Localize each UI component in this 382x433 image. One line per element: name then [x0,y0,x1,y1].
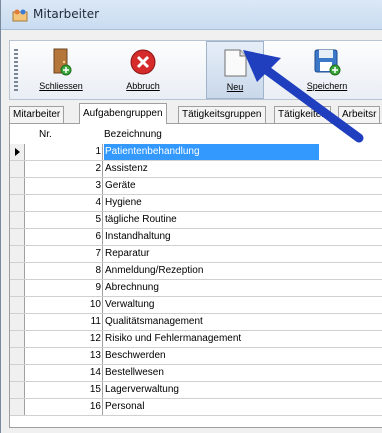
table-row[interactable]: 7 Reparatur [10,246,382,263]
title-bar[interactable]: Mitarbeiter [1,0,382,30]
table-row[interactable]: 1 Patientenbehandlung [10,144,382,161]
table-row[interactable]: 15 Lagerverwaltung [10,382,382,399]
row-selector[interactable] [10,297,25,313]
cell-nr[interactable]: 13 [25,348,103,364]
cell-bezeichnung[interactable]: Patientenbehandlung [104,144,319,160]
cell-bezeichnung[interactable]: tägliche Routine [104,212,382,228]
window-title: Mitarbeiter [33,7,100,21]
tab-aufgabengruppen[interactable]: Aufgabengruppen [79,103,167,124]
users-app-icon [12,9,28,22]
table-row[interactable]: 4 Hygiene [10,195,382,212]
row-selector[interactable] [10,263,25,279]
row-selector[interactable] [10,314,25,330]
cell-nr[interactable]: 1 [25,144,103,160]
row-selector[interactable] [10,212,25,228]
row-selector[interactable] [10,195,25,211]
main-window: Mitarbeiter Schliessen Abbruch Neu Speic… [0,0,382,433]
row-selector[interactable] [10,161,25,177]
cell-bezeichnung[interactable]: Risiko und Fehlermanagement [104,331,382,347]
cell-nr[interactable]: 3 [25,178,103,194]
row-selector[interactable] [10,382,25,398]
cell-nr[interactable]: 5 [25,212,103,228]
table-row[interactable]: 11 Qualitätsmanagement [10,314,382,331]
row-selector[interactable] [10,246,25,262]
data-grid: Nr. Bezeichnung 1 Patientenbehandlung 2 Ass… [9,123,382,428]
cell-nr[interactable]: 2 [25,161,103,177]
row-selector[interactable] [10,348,25,364]
toolbar: Schliessen Abbruch Neu Speichern [9,40,382,100]
tab-arbeitsr[interactable]: Arbeitsr [338,106,381,123]
cell-bezeichnung[interactable]: Qualitätsmanagement [104,314,382,330]
table-row[interactable]: 5 tägliche Routine [10,212,382,229]
table-row[interactable]: 16 Personal [10,399,382,416]
table-row[interactable]: 9 Abrechnung [10,280,382,297]
cell-bezeichnung[interactable]: Hygiene [104,195,382,211]
cell-bezeichnung[interactable]: Instandhaltung [104,229,382,245]
row-selector[interactable] [10,229,25,245]
cell-bezeichnung[interactable]: Anmeldung/Rezeption [104,263,382,279]
current-row-indicator-icon[interactable] [10,144,25,160]
column-header-nr[interactable]: Nr. [39,129,52,140]
table-row[interactable]: 12 Risiko und Fehlermanagement [10,331,382,348]
tab-taetigkeitsgruppen[interactable]: Tätigkeitsgruppen [178,106,266,123]
cell-bezeichnung[interactable]: Lagerverwaltung [104,382,382,398]
cell-nr[interactable]: 15 [25,382,103,398]
close-button[interactable]: Schliessen [32,41,90,99]
row-selector[interactable] [10,365,25,381]
cell-nr[interactable]: 9 [25,280,103,296]
row-selector[interactable] [10,399,25,415]
save-button[interactable]: Speichern [296,41,358,99]
save-button-label: Speichern [306,81,348,91]
cell-bezeichnung[interactable]: Beschwerden [104,348,382,364]
grid-rows: 1 Patientenbehandlung 2 Assistenz 3 Geräte 4 Hy… [10,144,382,416]
close-button-label: Schliessen [39,81,83,91]
cell-nr[interactable]: 7 [25,246,103,262]
row-selector[interactable] [10,280,25,296]
tab-taetigkeiten[interactable]: Tätigkeiten [274,106,331,123]
grid-header: Nr. Bezeichnung [10,128,382,144]
new-button-label: Neu [226,82,244,92]
column-header-bezeichnung[interactable]: Bezeichnung [104,129,162,140]
cancel-button[interactable]: Abbruch [114,41,172,99]
cell-nr[interactable]: 12 [25,331,103,347]
cell-bezeichnung[interactable]: Bestellwesen [104,365,382,381]
cell-nr[interactable]: 16 [25,399,103,415]
table-row[interactable]: 3 Geräte [10,178,382,195]
new-document-icon [224,49,247,77]
cell-nr[interactable]: 10 [25,297,103,313]
table-row[interactable]: 14 Bestellwesen [10,365,382,382]
cell-bezeichnung[interactable]: Verwaltung [104,297,382,313]
row-selector[interactable] [10,331,25,347]
tab-mitarbeiter[interactable]: Mitarbeiter [9,106,65,123]
table-row[interactable]: 10 Verwaltung [10,297,382,314]
cell-nr[interactable]: 8 [25,263,103,279]
table-row[interactable]: 13 Beschwerden [10,348,382,365]
row-selector[interactable] [10,178,25,194]
cancel-button-label: Abbruch [126,81,160,91]
table-row[interactable]: 8 Anmeldung/Rezeption [10,263,382,280]
cell-bezeichnung[interactable]: Geräte [104,178,382,194]
table-row[interactable]: 2 Assistenz [10,161,382,178]
cell-nr[interactable]: 11 [25,314,103,330]
cell-nr[interactable]: 14 [25,365,103,381]
cell-bezeichnung[interactable]: Assistenz [104,161,382,177]
cancel-icon [130,49,156,75]
cell-bezeichnung[interactable]: Reparatur [104,246,382,262]
cell-nr[interactable]: 4 [25,195,103,211]
toolbar-grip[interactable] [14,49,18,93]
new-button[interactable]: Neu [206,41,264,99]
door-exit-icon [53,48,72,76]
cell-bezeichnung[interactable]: Personal [104,399,382,415]
cell-bezeichnung[interactable]: Abrechnung [104,280,382,296]
tab-strip: Mitarbeiter Aufgabengruppen Tätigkeitsgr… [9,103,382,124]
cell-nr[interactable]: 6 [25,229,103,245]
table-row[interactable]: 6 Instandhaltung [10,229,382,246]
save-icon [314,49,341,76]
